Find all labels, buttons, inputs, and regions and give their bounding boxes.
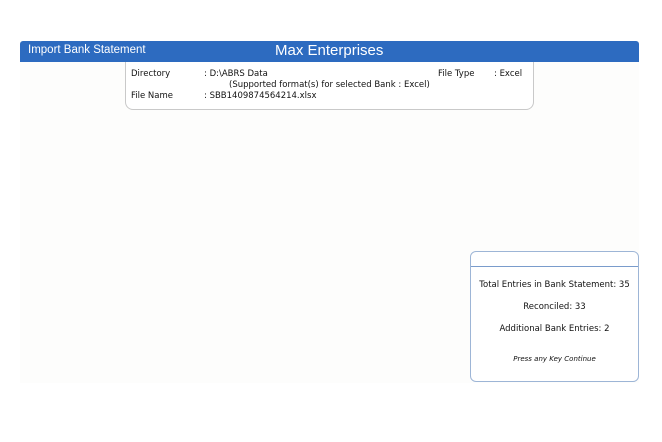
directory-value: : D:\ABRS Data: [204, 69, 268, 79]
import-summary-dialog: Total Entries in Bank Statement: 35 Reco…: [470, 251, 639, 382]
total-entries-text: Total Entries in Bank Statement: 35: [479, 280, 630, 290]
supported-formats-note: (Supported format(s) for selected Bank :…: [229, 80, 430, 90]
directory-label: Directory: [131, 69, 171, 79]
file-type-value: : Excel: [494, 69, 523, 79]
summary-divider: [471, 266, 638, 267]
company-name: Max Enterprises: [275, 42, 384, 59]
title-bar: Import Bank Statement Max Enterprises: [20, 41, 639, 62]
reconciled-text: Reconciled: 33: [523, 302, 586, 312]
file-name-value: : SBB1409874564214.xlsx: [204, 91, 317, 101]
window-title: Import Bank Statement: [28, 44, 146, 56]
additional-entries-text: Additional Bank Entries: 2: [499, 324, 610, 334]
import-bank-statement-window: Import Bank Statement Max Enterprises Di…: [20, 41, 639, 383]
continue-prompt[interactable]: Press any Key Continue: [471, 355, 638, 363]
file-name-label: File Name: [131, 91, 174, 101]
import-info-panel: Directory : D:\ABRS Data (Supported form…: [125, 62, 534, 110]
file-type-label: File Type: [438, 69, 475, 79]
